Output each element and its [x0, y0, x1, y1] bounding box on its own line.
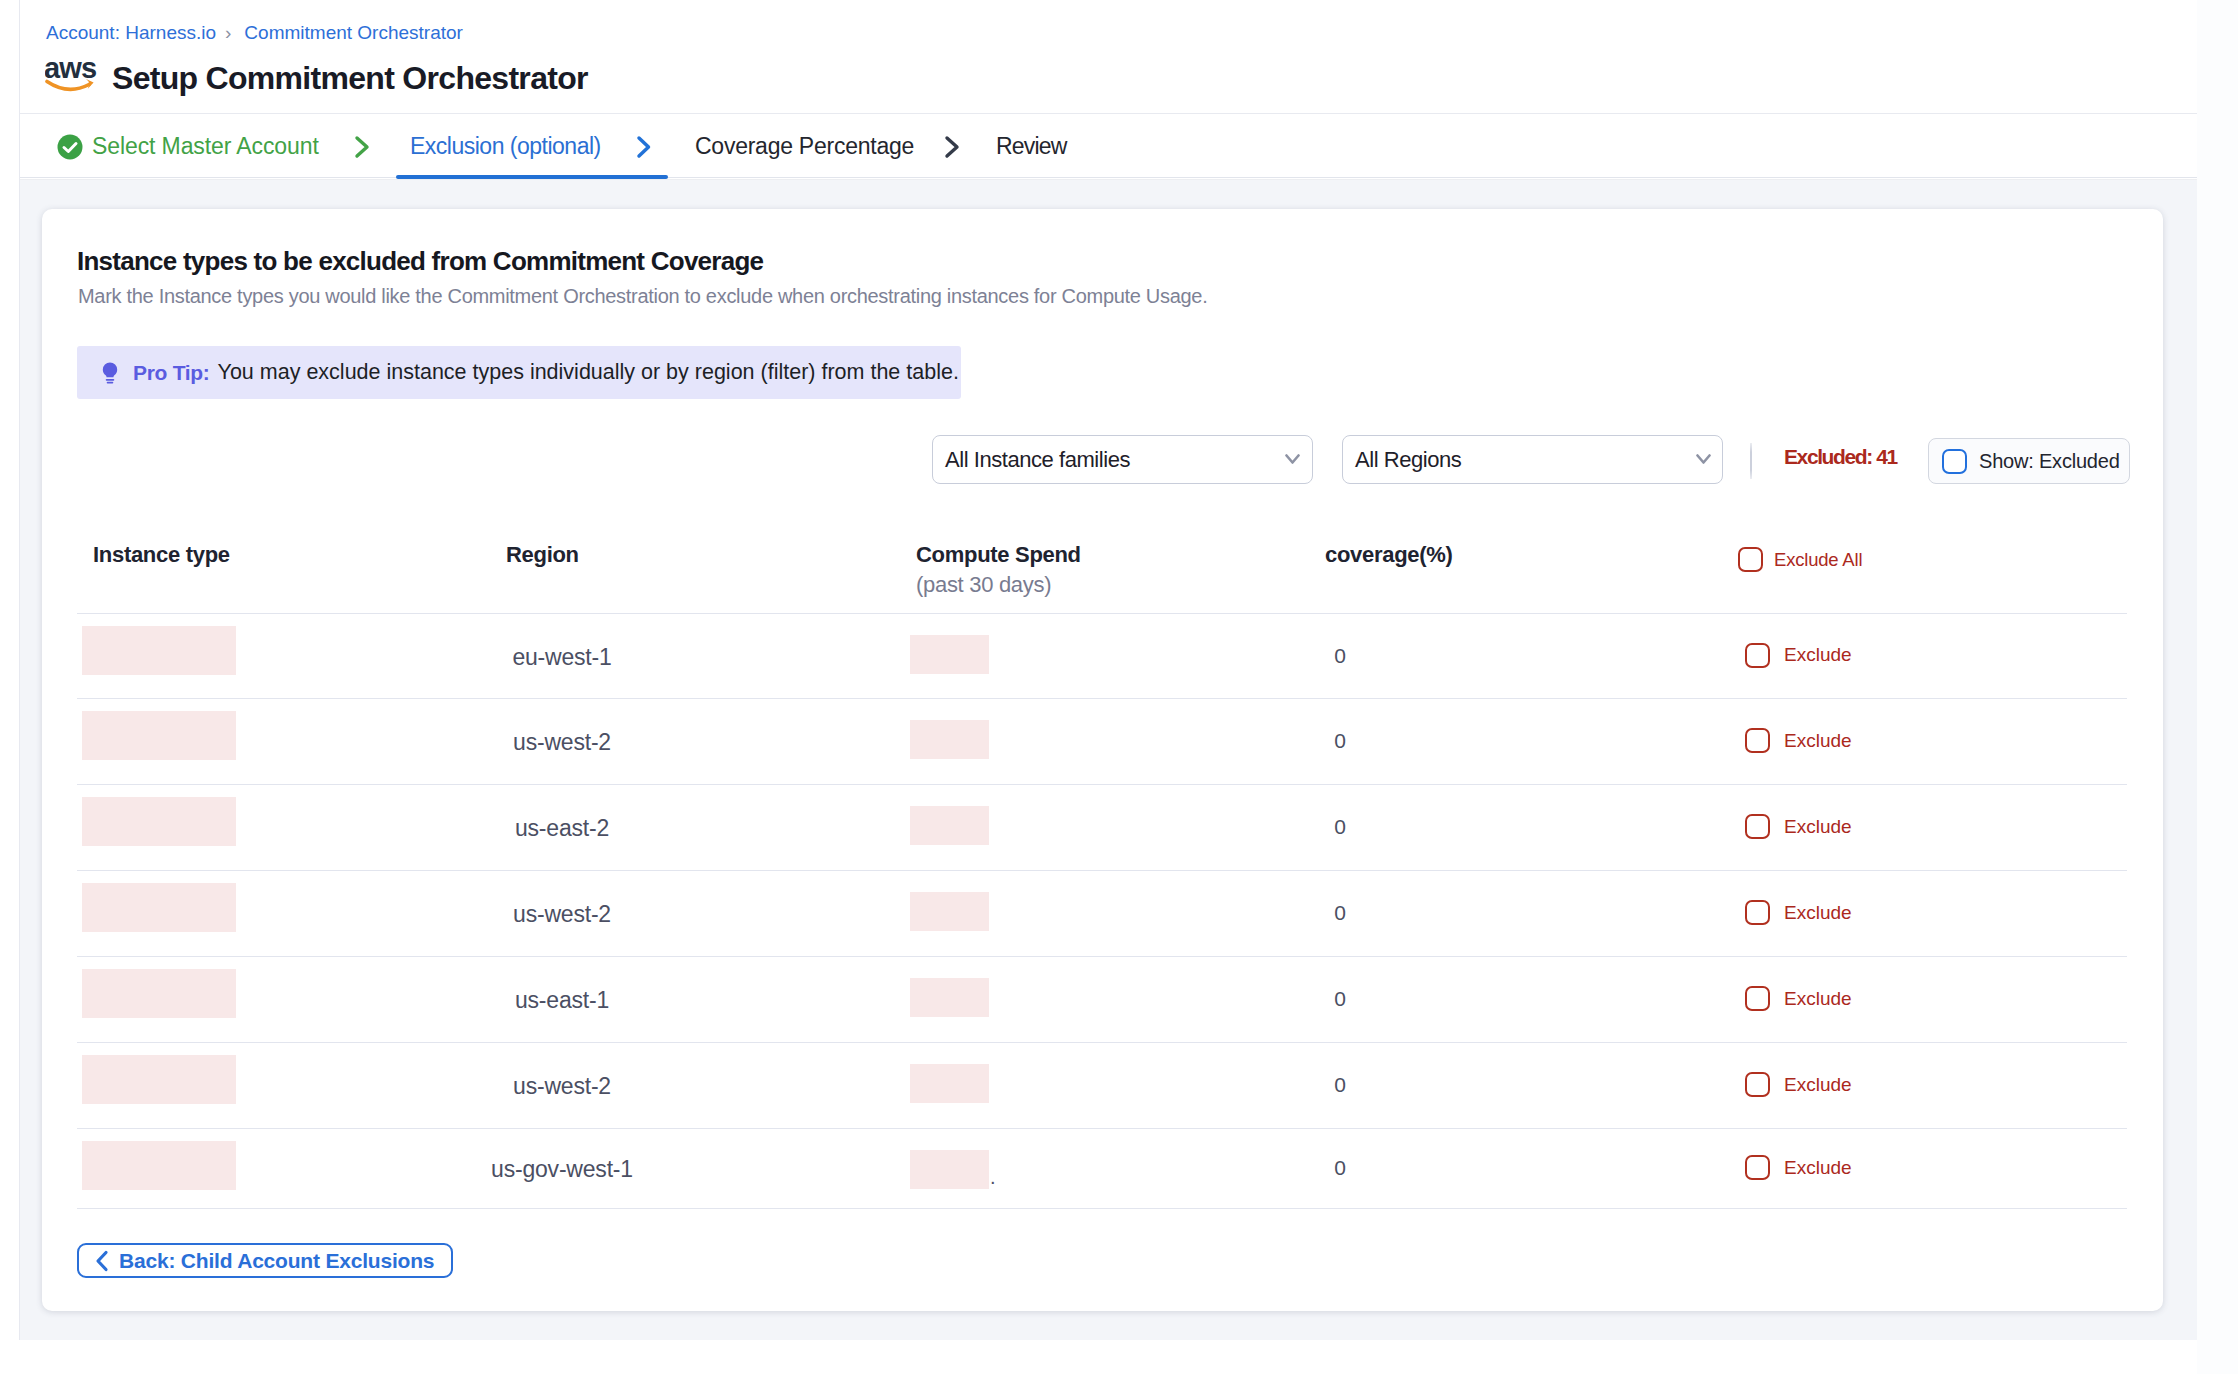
svg-text:aws: aws — [45, 55, 96, 84]
